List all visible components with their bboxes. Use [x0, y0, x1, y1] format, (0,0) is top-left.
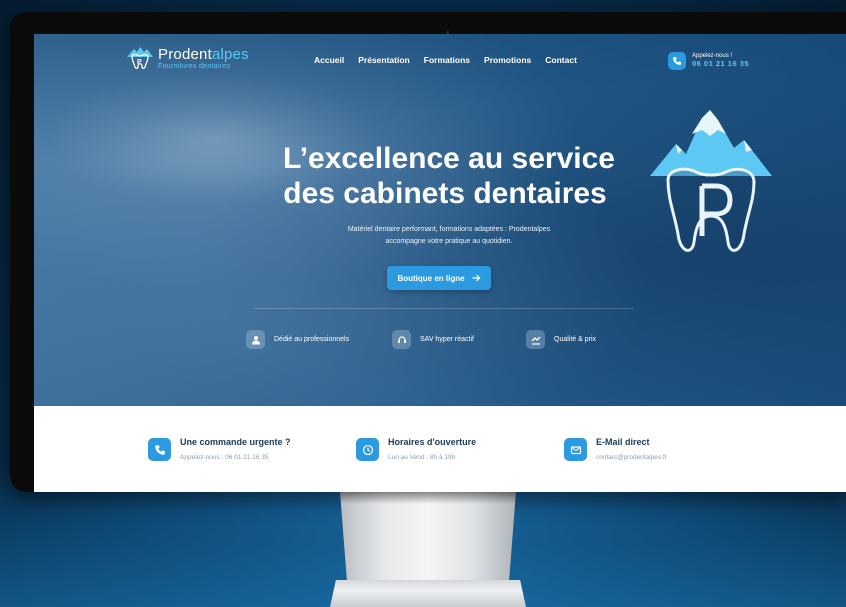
info-title: E-Mail direct: [596, 437, 650, 447]
arrow-right-icon: [472, 274, 480, 282]
shop-online-button[interactable]: Boutique en ligne: [387, 266, 491, 290]
phone-icon: [668, 52, 686, 70]
info-email[interactable]: E-Mail direct contact@prodentalpes.fr: [564, 437, 667, 461]
brand-name: Prodentalpes: [158, 45, 249, 63]
info-title: Horaires d'ouverture: [388, 437, 477, 447]
feature-label: Dédié au professionnels: [274, 336, 350, 343]
feature-quality: Qualité & prix: [526, 330, 596, 349]
phone-icon: [148, 438, 171, 461]
clock-icon: [356, 438, 379, 461]
brand-logo[interactable]: P Prodentalpes Fournitures dentaires: [126, 46, 249, 70]
monitor-stand-base: [330, 580, 526, 607]
professional-icon: [246, 330, 265, 349]
brand-tagline: Fournitures dentaires: [158, 62, 231, 70]
monitor-stand: [340, 492, 516, 582]
info-desc[interactable]: contact@prodentalpes.fr: [596, 454, 667, 461]
quality-icon: [526, 330, 545, 349]
nav-item-formations[interactable]: Formations: [424, 55, 470, 65]
info-band: Une commande urgente ? Appelez-nous : 06…: [34, 406, 846, 492]
feature-label: SAV hyper réactif: [420, 336, 474, 343]
support-icon: [392, 330, 411, 349]
info-desc: Appelez-nous : 06 01 21 16 35: [180, 454, 269, 461]
nav-item-presentation[interactable]: Présentation: [358, 55, 410, 65]
feature-support: SAV hyper réactif: [392, 330, 474, 349]
feature-list: Dédié au professionnels SAV hyper réacti…: [246, 330, 646, 350]
svg-text:P: P: [137, 59, 142, 66]
info-urgent-order[interactable]: Une commande urgente ? Appelez-nous : 06…: [148, 437, 291, 461]
info-desc: Lun au Vend : 8h à 19h: [388, 454, 456, 461]
site-header: P Prodentalpes Fournitures dentaires Acc…: [34, 34, 846, 80]
info-title: Une commande urgente ?: [180, 437, 291, 447]
feature-label: Qualité & prix: [554, 336, 597, 343]
nav-item-accueil[interactable]: Accueil: [314, 55, 344, 65]
header-call[interactable]: Appelez-nous ! 06 01 21 16 35: [668, 52, 749, 70]
tooth-mountain-logo-icon: [650, 110, 772, 252]
hero-divider: [254, 308, 634, 309]
feature-professional: Dédié au professionnels: [246, 330, 349, 349]
main-nav: Accueil Présentation Formations Promotio…: [314, 55, 577, 65]
hero-subtitle: Matériel dentaire performant, formations…: [347, 226, 551, 245]
info-opening-hours: Horaires d'ouverture Lun au Vend : 8h à …: [356, 437, 476, 461]
mail-icon: [564, 438, 587, 461]
call-number[interactable]: 06 01 21 16 35: [692, 59, 749, 69]
nav-item-contact[interactable]: Contact: [545, 55, 577, 65]
tooth-mountain-logo-icon: P: [127, 47, 153, 70]
hero-section: P Prodentalpes Fournitures dentaires Acc…: [34, 34, 846, 406]
website-screen: P Prodentalpes Fournitures dentaires Acc…: [34, 34, 846, 492]
monitor-frame: P Prodentalpes Fournitures dentaires Acc…: [10, 12, 846, 492]
nav-item-promotions[interactable]: Promotions: [484, 55, 531, 65]
